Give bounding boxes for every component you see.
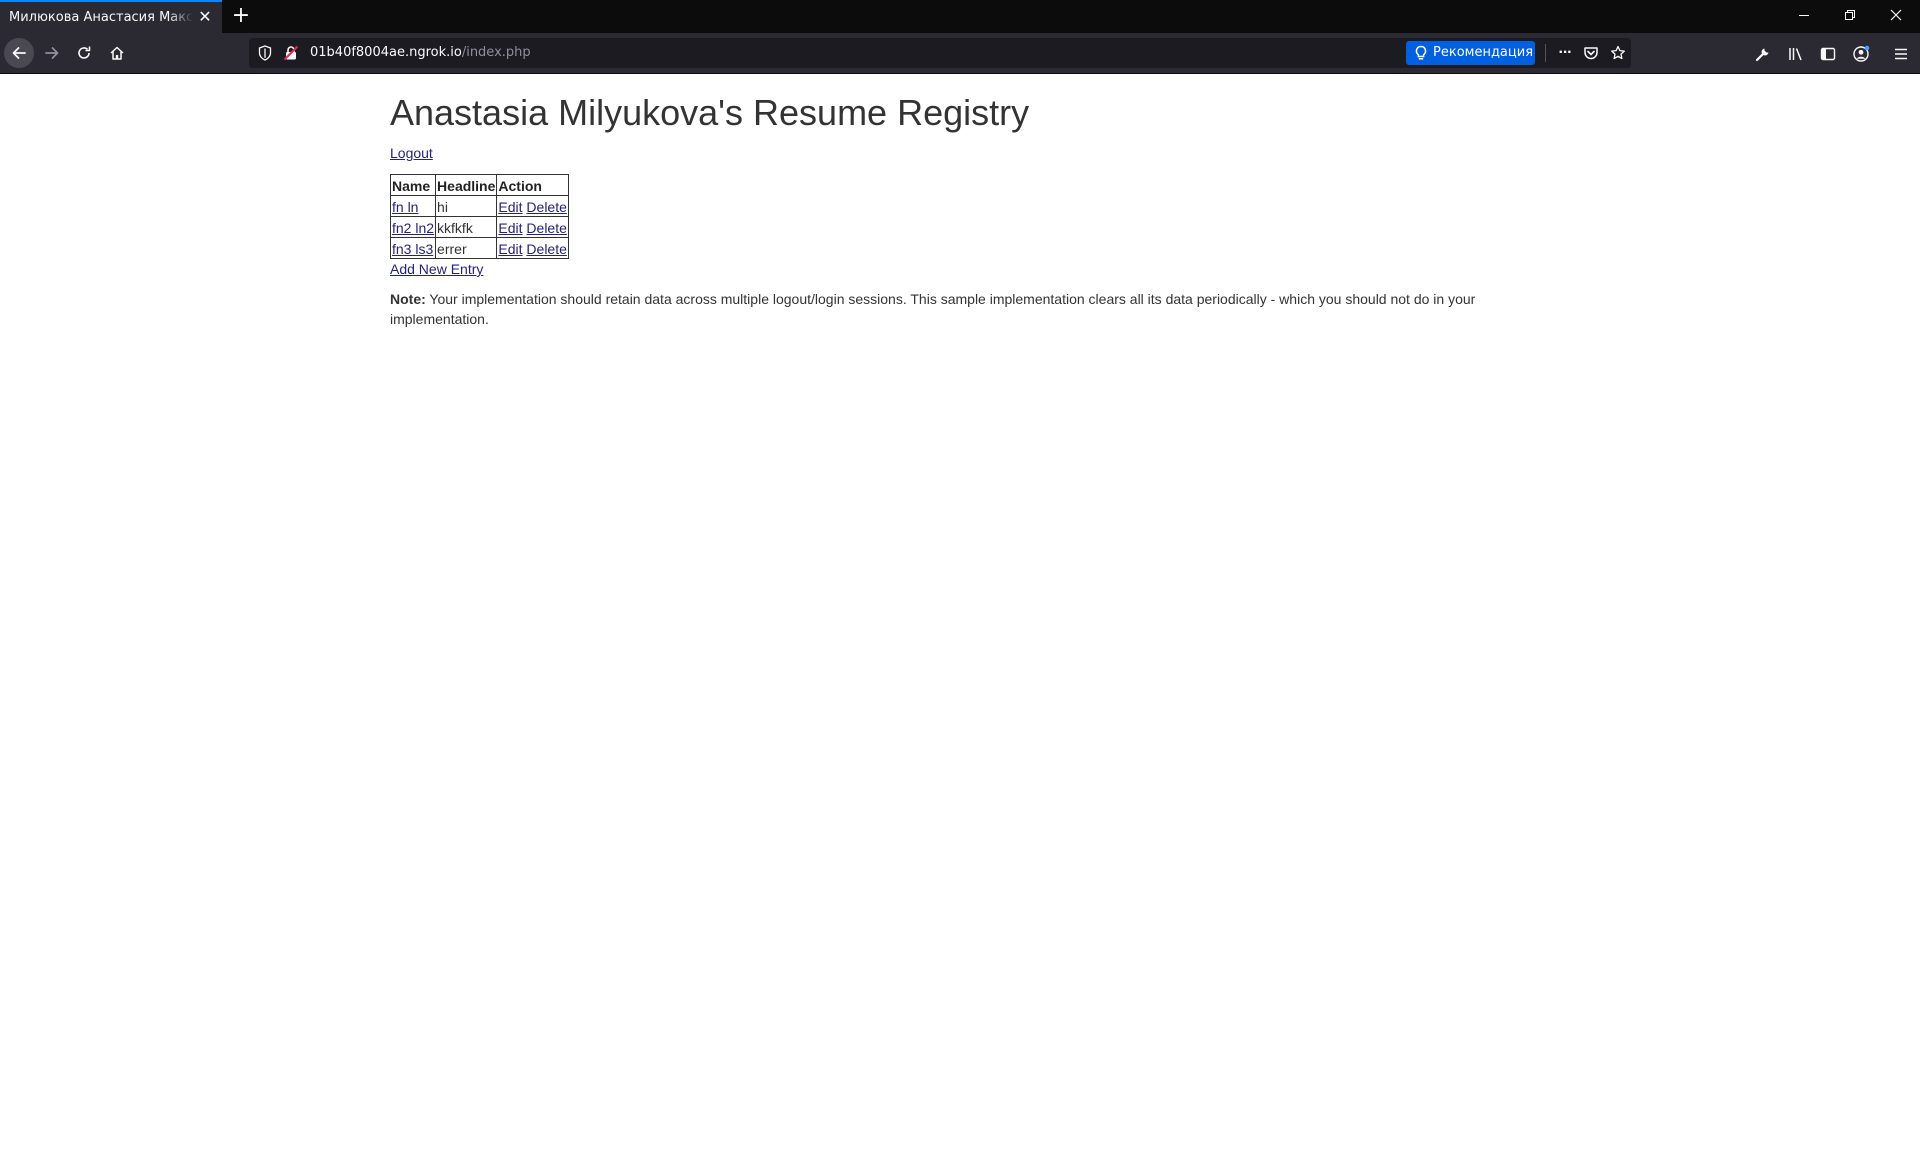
developer-tools-wrench-icon[interactable]	[1754, 45, 1772, 63]
profile-link[interactable]: fn2 ln2	[392, 220, 434, 236]
pocket-icon[interactable]	[1581, 44, 1601, 62]
profile-link[interactable]: fn ln	[392, 199, 418, 215]
profile-link[interactable]: fn3 ls3	[392, 241, 433, 257]
tab-close-icon[interactable]: ✕	[196, 9, 214, 27]
restore-button[interactable]	[1827, 0, 1873, 33]
insecure-lock-icon[interactable]	[283, 45, 299, 61]
minimize-button[interactable]	[1781, 0, 1827, 33]
action-cell: Edit Delete	[496, 216, 569, 238]
note-label: Note:	[390, 291, 426, 307]
note-paragraph: Note: Your implementation should retain …	[390, 289, 1510, 329]
home-icon	[110, 46, 124, 60]
home-button[interactable]	[102, 38, 132, 68]
recommendation-button[interactable]: Рекомендация	[1406, 41, 1535, 65]
headline-cell: hi	[435, 195, 498, 217]
tab-title: Милюкова Анастасия Максимовна	[9, 10, 193, 25]
delete-link[interactable]: Delete	[526, 241, 566, 257]
restore-icon	[1845, 10, 1855, 20]
reload-button[interactable]	[69, 38, 99, 68]
close-window-button[interactable]	[1873, 0, 1919, 33]
forward-button[interactable]	[37, 38, 67, 68]
recommendation-label: Рекомендация	[1433, 45, 1534, 60]
new-tab-button[interactable]: +	[229, 4, 253, 28]
action-cell: Edit Delete	[496, 195, 569, 217]
forward-arrow-icon	[45, 47, 59, 59]
url-path: /index.php	[461, 45, 531, 60]
table-row: fn3 ls3 errer Edit Delete	[389, 237, 569, 259]
edit-link[interactable]: Edit	[498, 199, 522, 215]
page-actions-more-icon[interactable]: ···	[1553, 43, 1577, 63]
back-button[interactable]	[4, 38, 34, 68]
toolbar-border	[0, 73, 1920, 74]
account-avatar-icon[interactable]	[1851, 44, 1871, 64]
title-bar: Милюкова Анастасия Максимовна ✕ +	[0, 0, 1920, 33]
action-cell: Edit Delete	[496, 237, 569, 259]
tracking-protection-shield-icon[interactable]	[257, 45, 273, 61]
reload-icon	[78, 46, 91, 59]
logout-link[interactable]: Logout	[390, 145, 433, 161]
name-cell: fn3 ls3	[389, 237, 437, 259]
edit-link[interactable]: Edit	[498, 241, 522, 257]
url-text[interactable]: 01b40f8004ae.ngrok.io/index.php	[310, 45, 531, 60]
back-arrow-icon	[12, 47, 26, 59]
column-header-headline: Headline	[435, 174, 498, 196]
column-header-name: Name	[389, 174, 437, 196]
url-host: 01b40f8004ae.ngrok.io	[310, 45, 462, 60]
name-cell: fn ln	[389, 195, 437, 217]
delete-link[interactable]: Delete	[526, 220, 566, 236]
minimize-icon	[1799, 15, 1809, 16]
note-text: Your implementation should retain data a…	[390, 291, 1476, 327]
bookmark-star-icon[interactable]	[1608, 44, 1628, 62]
page-title: Anastasia Milyukova's Resume Registry	[390, 92, 1030, 133]
browser-tab-active[interactable]: Милюкова Анастасия Максимовна ✕	[0, 0, 222, 33]
library-icon[interactable]	[1787, 45, 1805, 63]
edit-link[interactable]: Edit	[498, 220, 522, 236]
address-bar[interactable]: 01b40f8004ae.ngrok.io/index.php Рекоменд…	[249, 38, 1631, 68]
navigation-toolbar: 01b40f8004ae.ngrok.io/index.php Рекоменд…	[0, 33, 1920, 73]
hamburger-menu-icon[interactable]	[1892, 45, 1910, 63]
column-header-action: Action	[496, 174, 569, 196]
headline-cell: kkfkfk	[435, 216, 498, 238]
add-new-entry-link[interactable]: Add New Entry	[390, 261, 483, 277]
table-header-row: Name Headline Action	[389, 174, 569, 196]
close-icon	[1890, 9, 1902, 21]
resume-table: Name Headline Action fn ln hi Edit Delet…	[389, 174, 569, 259]
lightbulb-icon	[1415, 45, 1427, 60]
name-cell: fn2 ln2	[389, 216, 437, 238]
table-row: fn2 ln2 kkfkfk Edit Delete	[389, 216, 569, 238]
sidebar-toggle-icon[interactable]	[1819, 45, 1837, 63]
urlbar-separator	[1545, 44, 1546, 62]
table-row: fn ln hi Edit Delete	[389, 195, 569, 217]
headline-cell: errer	[435, 237, 498, 259]
delete-link[interactable]: Delete	[526, 199, 566, 215]
